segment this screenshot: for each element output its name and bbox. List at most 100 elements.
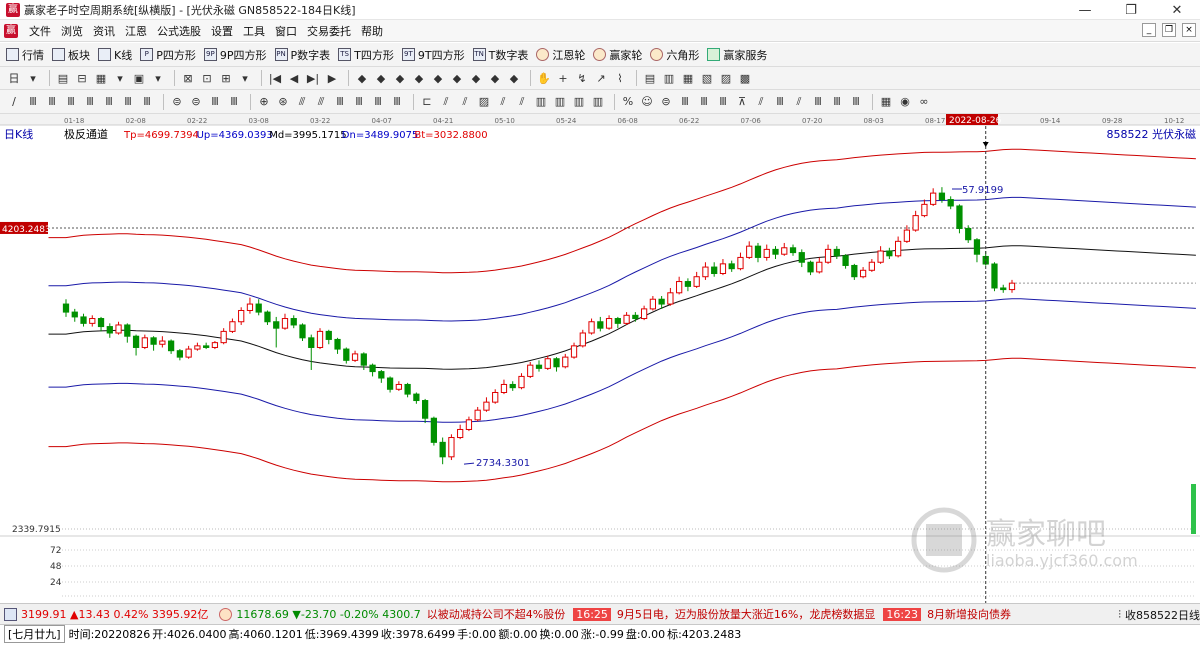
close-button[interactable]: ✕ <box>1154 0 1200 20</box>
toolbar3-tool-icon-27[interactable]: ▥ <box>552 94 568 110</box>
toolbar3-tool-icon-41[interactable]: Ⅲ <box>829 94 845 110</box>
mdi-restore-button[interactable]: ❐ <box>1162 23 1176 37</box>
toolbar2-tool-icon-29[interactable]: ⌇ <box>612 70 628 86</box>
toolbar3-tool-icon-35[interactable]: Ⅲ <box>715 94 731 110</box>
toolbar2-tool-icon-17[interactable]: ◆ <box>373 70 389 86</box>
toolbar3-tool-icon-40[interactable]: Ⅲ <box>810 94 826 110</box>
toolbar3-tool-icon-19[interactable]: Ⅲ <box>389 94 405 110</box>
toolbar2-tool-icon-4[interactable]: ▦ <box>93 70 109 86</box>
toolbar3-tool-icon-3[interactable]: Ⅲ <box>63 94 79 110</box>
menu-settings[interactable]: 设置 <box>206 23 238 39</box>
toolbar3-tool-icon-1[interactable]: Ⅲ <box>25 94 41 110</box>
toolbar2-tool-icon-19[interactable]: ◆ <box>411 70 427 86</box>
toolbar3-tool-icon-36[interactable]: ⊼ <box>734 94 750 110</box>
menu-gann[interactable]: 江恩 <box>120 23 152 39</box>
kline-chart-area[interactable]: 01-18 02-08 02-22 03-08 03-22 04-07 04-21 05-10… <box>0 114 1200 603</box>
menu-file[interactable]: 文件 <box>24 23 56 39</box>
toolbar2-tool-icon-25[interactable]: ✋ <box>536 70 552 86</box>
toolbar3-tool-icon-10[interactable]: Ⅲ <box>207 94 223 110</box>
toolbar2-tool-icon-24[interactable]: ◆ <box>506 70 522 86</box>
mdi-minimize-button[interactable]: _ <box>1142 23 1156 37</box>
sz-icon[interactable] <box>219 607 233 621</box>
news-ticker-3[interactable]: 8月新增投向债券 <box>927 606 1011 622</box>
toolbar3-tool-icon-37[interactable]: ⫽ <box>753 94 769 110</box>
toolbar-button-11[interactable]: 六角形 <box>650 47 699 63</box>
toolbar2-tool-icon-12[interactable]: |◀ <box>267 70 283 86</box>
toolbar3-tool-icon-15[interactable]: ⫻ <box>313 94 329 110</box>
toolbar2-tool-icon-16[interactable]: ◆ <box>354 70 370 86</box>
toolbar-button-9[interactable]: 江恩轮 <box>536 47 585 63</box>
toolbar3-tool-icon-45[interactable]: ∞ <box>916 94 932 110</box>
toolbar3-tool-icon-5[interactable]: Ⅲ <box>101 94 117 110</box>
toolbar2-tool-icon-6[interactable]: ▣ <box>131 70 147 86</box>
toolbar2-tool-icon-10[interactable]: ⊞ <box>218 70 234 86</box>
toolbar3-tool-icon-13[interactable]: ⊛ <box>275 94 291 110</box>
menu-help[interactable]: 帮助 <box>356 23 388 39</box>
toolbar3-tool-icon-6[interactable]: Ⅲ <box>120 94 136 110</box>
kline-chart-svg[interactable]: 01-18 02-08 02-22 03-08 03-22 04-07 04-21 05-10… <box>0 114 1200 603</box>
toolbar3-tool-icon-30[interactable]: % <box>620 94 636 110</box>
toolbar3-tool-icon-31[interactable]: ☺ <box>639 94 655 110</box>
toolbar2-tool-icon-34[interactable]: ▨ <box>718 70 734 86</box>
toolbar-button-0[interactable]: 行情 <box>6 47 44 63</box>
mdi-close-button[interactable]: × <box>1182 23 1196 37</box>
menu-browse[interactable]: 浏览 <box>56 23 88 39</box>
toolbar2-tool-icon-18[interactable]: ◆ <box>392 70 408 86</box>
toolbar3-tool-icon-23[interactable]: ▨ <box>476 94 492 110</box>
toolbar-button-10[interactable]: 赢家轮 <box>593 47 642 63</box>
toolbar2-tool-icon-22[interactable]: ◆ <box>468 70 484 86</box>
toolbar3-tool-icon-0[interactable]: ∕ <box>6 94 22 110</box>
toolbar2-tool-icon-1[interactable]: ▾ <box>25 70 41 86</box>
toolbar3-tool-icon-21[interactable]: ⫽ <box>438 94 454 110</box>
toolbar2-tool-icon-11[interactable]: ▾ <box>237 70 253 86</box>
market-icon[interactable] <box>4 607 17 621</box>
toolbar-button-3[interactable]: P P四方形 <box>140 47 196 63</box>
toolbar-button-5[interactable]: PN P数字表 <box>274 47 330 63</box>
news-ticker-1[interactable]: 以被动减持公司不超4%股份 <box>427 606 565 622</box>
toolbar3-tool-icon-39[interactable]: ⫽ <box>791 94 807 110</box>
toolbar2-tool-icon-32[interactable]: ▦ <box>680 70 696 86</box>
toolbar3-tool-icon-42[interactable]: Ⅲ <box>848 94 864 110</box>
toolbar2-tool-icon-5[interactable]: ▾ <box>112 70 128 86</box>
toolbar2-tool-icon-7[interactable]: ▾ <box>150 70 166 86</box>
toolbar2-tool-icon-23[interactable]: ◆ <box>487 70 503 86</box>
toolbar3-tool-icon-12[interactable]: ⊕ <box>256 94 272 110</box>
toolbar-button-2[interactable]: K线 <box>98 47 132 63</box>
toolbar2-tool-icon-3[interactable]: ⊟ <box>74 70 90 86</box>
toolbar-button-12[interactable]: 赢家服务 <box>707 47 767 63</box>
toolbar3-tool-icon-4[interactable]: Ⅲ <box>82 94 98 110</box>
menu-window[interactable]: 窗口 <box>270 23 302 39</box>
toolbar-button-7[interactable]: 9T 9T四方形 <box>401 47 465 63</box>
toolbar2-tool-icon-30[interactable]: ▤ <box>642 70 658 86</box>
toolbar-button-4[interactable]: 9P 9P四方形 <box>203 47 267 63</box>
toolbar3-tool-icon-24[interactable]: ⫽ <box>495 94 511 110</box>
toolbar2-tool-icon-33[interactable]: ▧ <box>699 70 715 86</box>
toolbar3-tool-icon-29[interactable]: ▥ <box>590 94 606 110</box>
toolbar3-tool-icon-16[interactable]: Ⅲ <box>332 94 348 110</box>
toolbar2-tool-icon-28[interactable]: ↗ <box>593 70 609 86</box>
toolbar2-tool-icon-21[interactable]: ◆ <box>449 70 465 86</box>
maximize-button[interactable]: ❐ <box>1108 0 1154 20</box>
toolbar3-tool-icon-14[interactable]: ⫻ <box>294 94 310 110</box>
menu-app-icon[interactable]: 赢 <box>4 23 18 38</box>
toolbar2-tool-icon-15[interactable]: ▶ <box>324 70 340 86</box>
toolbar-button-1[interactable]: 板块 <box>52 47 90 63</box>
toolbar3-tool-icon-38[interactable]: Ⅲ <box>772 94 788 110</box>
toolbar3-tool-icon-2[interactable]: Ⅲ <box>44 94 60 110</box>
toolbar2-tool-icon-0[interactable]: 日 <box>6 70 22 86</box>
toolbar3-tool-icon-28[interactable]: ▥ <box>571 94 587 110</box>
toolbar3-tool-icon-43[interactable]: ▦ <box>878 94 894 110</box>
toolbar2-tool-icon-8[interactable]: ⊠ <box>180 70 196 86</box>
menu-news[interactable]: 资讯 <box>88 23 120 39</box>
toolbar2-tool-icon-26[interactable]: + <box>555 70 571 86</box>
toolbar2-tool-icon-14[interactable]: ▶| <box>305 70 321 86</box>
toolbar3-tool-icon-7[interactable]: Ⅲ <box>139 94 155 110</box>
toolbar2-tool-icon-27[interactable]: ↯ <box>574 70 590 86</box>
toolbar3-tool-icon-26[interactable]: ▥ <box>533 94 549 110</box>
toolbar3-tool-icon-25[interactable]: ⫽ <box>514 94 530 110</box>
toolbar-button-6[interactable]: TS T四方形 <box>338 47 394 63</box>
news-ticker-2[interactable]: 9月5日电，迈为股份放量大涨近16%，龙虎榜数据显 <box>617 606 875 622</box>
toolbar3-tool-icon-44[interactable]: ◉ <box>897 94 913 110</box>
toolbar3-tool-icon-20[interactable]: ⊏ <box>419 94 435 110</box>
toolbar3-tool-icon-11[interactable]: Ⅲ <box>226 94 242 110</box>
